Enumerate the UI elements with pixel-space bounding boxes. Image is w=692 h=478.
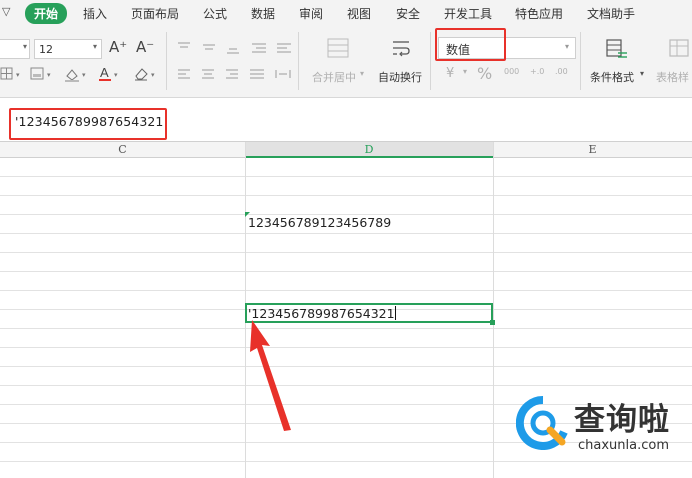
tab-home[interactable]: 开始 [25,3,68,24]
font-color-icon[interactable]: A ▾ [99,66,125,82]
conditional-format-icon[interactable] [605,38,629,60]
ribbon-divider [166,32,167,90]
svg-text:▾: ▾ [16,71,20,79]
chevron-down-icon: ▾ [92,42,97,51]
increase-decimal-icon[interactable]: +.0 [530,67,544,76]
horizontal-align-icons[interactable] [176,68,296,82]
svg-text:▾: ▾ [47,71,51,79]
chevron-down-icon: ▾ [360,69,365,78]
clear-format-icon[interactable]: ▾ [133,66,161,82]
chevron-down-icon: ▾ [640,69,645,78]
menu-collapse-icon[interactable]: ▽ [2,5,10,18]
watermark-logo-icon [516,396,568,450]
decrease-decimal-icon[interactable]: .00 [555,67,568,76]
column-header-e[interactable]: E [493,142,692,158]
tab-data[interactable]: 数据 [251,5,275,22]
column-divider [493,142,494,478]
ribbon-divider [430,32,431,90]
watermark-url: chaxunla.com [578,438,669,453]
tab-page-layout[interactable]: 页面布局 [131,5,179,22]
wrap-text-icon[interactable] [390,38,412,58]
border-icon[interactable]: ▾ [0,67,26,81]
font-size-field[interactable]: 12 ▾ [34,39,102,59]
increase-font-icon[interactable]: A⁺ [109,38,127,56]
ribbon-divider [580,32,581,90]
conditional-format-label[interactable]: 条件格式 [590,69,634,85]
tab-special-apps[interactable]: 特色应用 [515,5,563,22]
decrease-font-icon[interactable]: A⁻ [136,38,154,56]
formula-bar-highlight [9,108,167,140]
table-style-label[interactable]: 表格样 [656,69,689,85]
cell-d-text-number[interactable]: 123456789123456789 [248,215,391,230]
percent-icon[interactable]: % [477,64,492,83]
column-header-c[interactable]: C [0,142,245,158]
merge-center-label[interactable]: 合并居中 [312,69,356,85]
number-format-highlight [435,28,506,61]
svg-text:▾: ▾ [114,71,118,79]
chevron-down-icon: ▾ [463,67,468,76]
tab-security[interactable]: 安全 [396,5,420,22]
fill-color-icon[interactable]: ▾ [64,67,92,82]
wrap-text-label[interactable]: 自动换行 [378,69,422,85]
tab-review[interactable]: 审阅 [299,5,323,22]
tab-insert[interactable]: 插入 [83,5,107,22]
annotation-arrow-icon [250,320,291,431]
svg-text:▾: ▾ [151,71,155,79]
currency-icon[interactable]: ¥ [446,66,454,81]
tab-developer[interactable]: 开发工具 [444,5,492,22]
chevron-down-icon: ▾ [22,42,27,51]
fill-handle[interactable] [490,320,495,325]
tab-formulas[interactable]: 公式 [203,5,227,22]
thousands-separator-icon[interactable]: 000 [504,67,519,76]
fill-style-icon[interactable]: ▾ [30,67,58,81]
font-name-field[interactable]: ▾ [0,39,30,59]
svg-text:▾: ▾ [82,71,86,79]
tab-doc-assistant[interactable]: 文档助手 [587,5,635,22]
font-size-value: 12 [39,43,53,56]
watermark-brand: 查询啦 [574,402,670,438]
vertical-align-icons[interactable] [176,41,296,55]
svg-text:A: A [100,66,109,80]
ribbon: ▾ 12 ▾ A⁺ A⁻ ▾ ▾ ▾ A ▾ ▾ 合并居中 ▾ 自动换行 数值 … [0,26,692,98]
column-header-d[interactable]: D [245,142,493,158]
text-cursor [395,306,396,320]
tab-view[interactable]: 视图 [347,5,371,22]
ribbon-divider [298,32,299,90]
table-style-icon[interactable] [668,38,692,60]
chevron-down-icon: ▾ [564,42,569,51]
merge-center-icon[interactable] [327,38,349,58]
menu-bar: ▽ 开始 插入 页面布局 公式 数据 审阅 视图 安全 开发工具 特色应用 文档… [0,0,692,26]
